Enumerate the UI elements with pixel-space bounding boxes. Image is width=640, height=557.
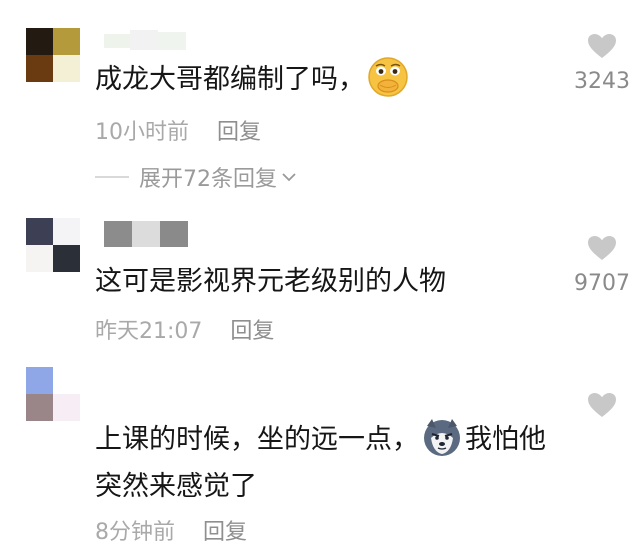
- username-blurred[interactable]: [104, 26, 186, 52]
- like-button[interactable]: 3243: [572, 33, 632, 94]
- like-count: 3243: [574, 69, 630, 94]
- reply-button[interactable]: 回复: [217, 114, 261, 146]
- avatar[interactable]: [26, 28, 80, 82]
- covering-mouth-emoji: [368, 57, 408, 97]
- comment-time: 昨天21:07: [95, 319, 203, 344]
- avatar[interactable]: [26, 218, 80, 272]
- expand-replies-button[interactable]: 展开72条回复: [95, 161, 297, 193]
- chevron-down-icon: [282, 173, 296, 182]
- expand-replies-label: 展开72条回复: [139, 167, 277, 192]
- reply-button[interactable]: 回复: [230, 313, 274, 345]
- comment-time: 10小时前: [95, 120, 189, 145]
- comment-text-line2: 突然来感觉了: [95, 471, 257, 502]
- comment-text: 上课的时候，坐的远一点， 我怕他 突然来感觉了: [95, 416, 565, 510]
- heart-icon: [588, 236, 616, 260]
- comment-meta: 昨天21:07 回复: [95, 313, 274, 345]
- comment-time: 8分钟前: [95, 520, 175, 545]
- like-button[interactable]: [572, 392, 632, 418]
- heart-icon: [588, 393, 616, 417]
- divider-dash: [95, 176, 129, 178]
- reply-button[interactable]: 回复: [203, 514, 247, 546]
- comment-meta: 8分钟前 回复: [95, 514, 247, 546]
- avatar[interactable]: [26, 367, 80, 421]
- heart-icon: [588, 34, 616, 58]
- like-count: 9707: [574, 271, 630, 296]
- comment-text: 这可是影视界元老级别的人物: [95, 266, 446, 297]
- like-button[interactable]: 9707: [572, 235, 632, 296]
- comment-text: 成龙大哥都编制了吗，: [95, 56, 565, 103]
- comment-meta: 10小时前 回复: [95, 114, 261, 146]
- husky-dog-emoji: [424, 419, 460, 456]
- username-blurred[interactable]: [104, 221, 188, 247]
